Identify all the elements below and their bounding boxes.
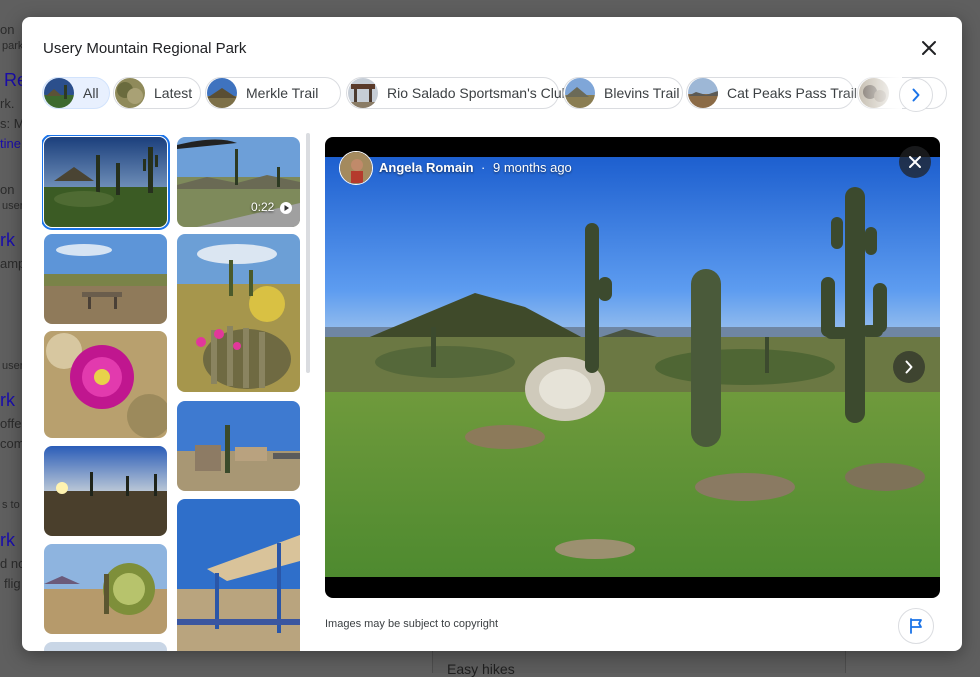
chip-thumbnail <box>348 78 378 108</box>
thumbnail-picnic-table[interactable] <box>44 234 167 324</box>
close-icon[interactable] <box>918 37 940 59</box>
chips-next-button[interactable] <box>899 78 933 112</box>
chevron-right-icon <box>905 360 913 374</box>
chip-thumbnail <box>565 78 595 108</box>
bg-text: rk. <box>0 96 15 111</box>
thumbnail-scrollbar[interactable] <box>306 133 310 373</box>
chip-label: Cat Peaks Pass Trail <box>727 85 857 101</box>
video-duration: 0:22 <box>251 200 275 214</box>
bg-text: on <box>0 22 15 37</box>
chip-label: Latest <box>154 85 193 101</box>
chip-thumbnail <box>44 78 74 108</box>
chip-label: Merkle Trail <box>246 85 319 101</box>
viewer-next-button[interactable] <box>893 351 925 383</box>
bg-text: user <box>2 200 24 212</box>
thumbnail-hedgehog-cactus[interactable] <box>177 234 300 392</box>
chip-cat-peaks-pass[interactable]: Cat Peaks Pass Trail <box>686 77 857 109</box>
bg-text: flig <box>4 576 21 591</box>
chip-label: Rio Salado Sportsman's Club <box>387 85 570 101</box>
author-name[interactable]: Angela Romain <box>379 160 474 175</box>
chip-thumbnail <box>207 78 237 108</box>
chevron-right-icon <box>912 88 920 102</box>
thumbnail-cactus-flower[interactable] <box>44 331 167 438</box>
chip-thumbnail <box>688 78 718 108</box>
copyright-notice: Images may be subject to copyright <box>325 618 499 630</box>
avatar[interactable] <box>339 151 373 185</box>
bg-link: rk <box>0 530 15 550</box>
bg-text: on <box>0 182 15 197</box>
thumbnail-cholla[interactable] <box>44 544 167 634</box>
bg-card-title: Easy hikes <box>447 661 515 677</box>
report-button[interactable] <box>898 608 934 644</box>
thumbnail-grid: 0:22 <box>42 135 304 651</box>
chips-fade <box>842 76 902 112</box>
chip-blevins-trail[interactable]: Blevins Trail <box>563 77 683 109</box>
bg-text: s: M <box>0 116 25 131</box>
photo-viewer: Angela Romain · 9 months ago <box>325 137 940 598</box>
viewer-close-button[interactable] <box>899 146 931 178</box>
bg-text: user <box>2 360 24 372</box>
bg-text: tine <box>0 136 21 151</box>
thumbnail-cactus-sunset[interactable] <box>42 135 170 230</box>
bg-text: park <box>2 40 24 52</box>
chip-thumbnail <box>115 78 145 108</box>
thumbnail-desert-sunrise[interactable] <box>44 446 167 536</box>
bg-card: Easy hikes <box>432 651 846 677</box>
chip-label: All <box>83 85 99 101</box>
dialog-title: Usery Mountain Regional Park <box>43 40 247 57</box>
thumbnail-more[interactable] <box>44 642 167 651</box>
author-separator: · <box>481 160 486 175</box>
thumbnail-park-sign[interactable] <box>177 401 300 491</box>
flag-icon <box>910 618 922 634</box>
bg-link: rk <box>0 230 15 250</box>
chip-latest[interactable]: Latest <box>113 77 201 109</box>
chip-merkle-trail[interactable]: Merkle Trail <box>205 77 341 109</box>
filter-chips: All Latest Merkle Trail Rio Salado Sport… <box>42 76 956 112</box>
close-icon <box>909 156 921 168</box>
thumbnail-shade-ramada[interactable] <box>177 499 300 651</box>
thumbnail-video-drive[interactable]: 0:22 <box>177 137 300 227</box>
photo-dialog: Usery Mountain Regional Park All Latest … <box>22 17 962 651</box>
chip-rio-salado[interactable]: Rio Salado Sportsman's Club <box>346 77 569 109</box>
chip-label: Blevins Trail <box>604 85 680 101</box>
bg-link: rk <box>0 390 15 410</box>
play-icon <box>280 202 292 214</box>
photo-time-ago: 9 months ago <box>493 160 572 175</box>
chip-all[interactable]: All <box>42 77 110 109</box>
main-photo <box>325 157 940 577</box>
